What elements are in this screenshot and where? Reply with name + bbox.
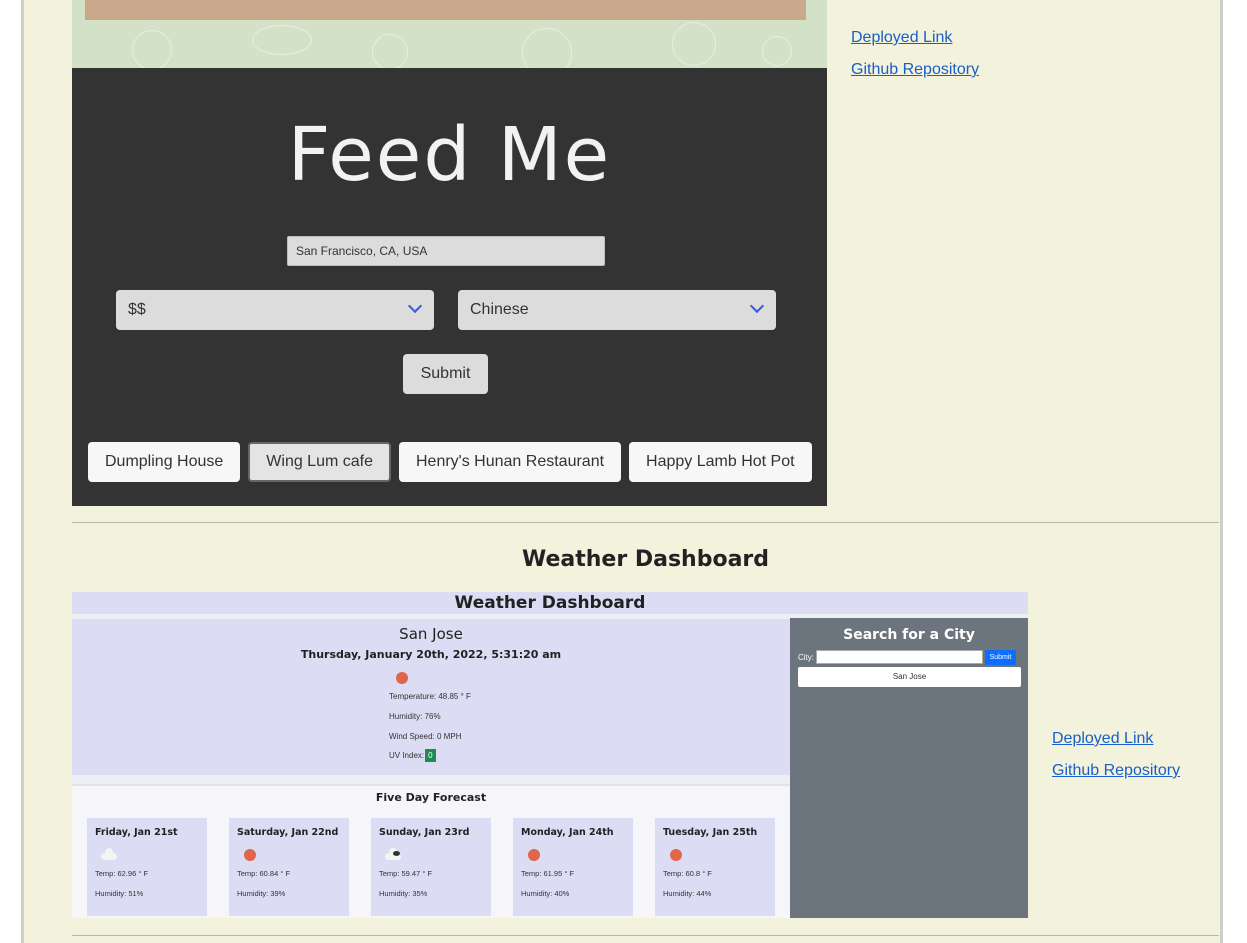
food-doodle: [252, 25, 312, 55]
section-divider: [72, 522, 1219, 523]
app-title: Feed Me: [287, 112, 612, 198]
food-doodle: [672, 22, 716, 66]
cuisine-select[interactable]: Chinese: [458, 290, 776, 330]
deployed-link[interactable]: Deployed Link: [1052, 723, 1180, 755]
price-select[interactable]: $$: [116, 290, 434, 330]
cloud-icon: [385, 848, 401, 860]
cloud-icon: [101, 848, 117, 860]
forecast-temp: Temp: 60.84 ° F: [237, 869, 291, 878]
project-title: Weather Dashboard: [521, 547, 770, 572]
forecast-card: Sunday, Jan 23rd Temp: 59.47 ° F Humidit…: [371, 818, 491, 916]
forecast-humidity: Humidity: 40%: [521, 889, 570, 898]
feed-me-hero-banner: [72, 0, 827, 68]
sun-icon: [244, 849, 256, 861]
restaurant-button[interactable]: Happy Lamb Hot Pot: [629, 442, 812, 482]
five-day-forecast: Five Day Forecast Friday, Jan 21st Temp:…: [72, 784, 790, 918]
location-input[interactable]: San Francisco, CA, USA: [287, 236, 605, 266]
chevron-down-icon: [407, 298, 423, 314]
food-doodle: [132, 30, 172, 68]
forecast-day: Tuesday, Jan 25th: [663, 827, 758, 838]
food-doodle: [522, 28, 572, 68]
search-history-item[interactable]: San Jose: [798, 667, 1021, 687]
search-submit-button[interactable]: Submit: [985, 650, 1016, 665]
restaurant-results: Dumpling House Wing Lum cafe Henry's Hun…: [88, 442, 812, 482]
submit-button[interactable]: Submit: [403, 354, 488, 394]
forecast-temp: Temp: 60.8 ° F: [663, 869, 712, 878]
food-doodle: [762, 36, 792, 66]
hero-top-bar: [85, 0, 806, 20]
uv-index-badge: 0: [425, 749, 436, 762]
forecast-humidity: Humidity: 35%: [379, 889, 428, 898]
uv-index-label: UV Index:: [389, 751, 425, 760]
sun-icon: [396, 672, 408, 684]
section-divider: [72, 935, 1219, 936]
dashboard-header: Weather Dashboard: [72, 592, 1028, 614]
city-label: City:: [798, 653, 814, 662]
current-weather-panel: San Jose Thursday, January 20th, 2022, 5…: [72, 619, 790, 775]
github-repo-link[interactable]: Github Repository: [851, 54, 979, 86]
current-temperature: Temperature: 48.85 ° F: [389, 692, 471, 701]
search-title: Search for a City: [843, 627, 975, 643]
feed-me-screenshot: Feed Me San Francisco, CA, USA $$ Chines…: [72, 0, 827, 506]
city-search-sidebar: Search for a City City: Submit San Jose: [790, 618, 1028, 918]
food-doodle: [372, 34, 408, 68]
github-repo-link[interactable]: Github Repository: [1052, 755, 1180, 787]
feed-me-links: Deployed Link Github Repository: [851, 22, 979, 86]
portfolio-page: Feed Me San Francisco, CA, USA $$ Chines…: [21, 0, 1223, 943]
forecast-day: Monday, Jan 24th: [521, 827, 614, 838]
forecast-humidity: Humidity: 51%: [95, 889, 144, 898]
forecast-card: Monday, Jan 24th Temp: 61.95 ° F Humidit…: [513, 818, 633, 916]
current-city: San Jose: [399, 625, 463, 643]
forecast-temp: Temp: 59.47 ° F: [379, 869, 433, 878]
deployed-link[interactable]: Deployed Link: [851, 22, 979, 54]
sun-icon: [670, 849, 682, 861]
current-datetime: Thursday, January 20th, 2022, 5:31:20 am: [300, 648, 562, 661]
current-wind-speed: Wind Speed: 0 MPH: [389, 732, 462, 741]
forecast-day: Friday, Jan 21st: [95, 827, 178, 838]
current-humidity: Humidity: 76%: [389, 712, 441, 721]
restaurant-button[interactable]: Dumpling House: [88, 442, 241, 482]
weather-dashboard-screenshot: Weather Dashboard San Jose Thursday, Jan…: [72, 592, 1028, 918]
restaurant-button[interactable]: Henry's Hunan Restaurant: [399, 442, 622, 482]
forecast-temp: Temp: 61.95 ° F: [521, 869, 575, 878]
forecast-title: Five Day Forecast: [375, 791, 487, 804]
price-select-value: $$: [128, 301, 146, 318]
forecast-humidity: Humidity: 39%: [237, 889, 286, 898]
forecast-day: Sunday, Jan 23rd: [379, 827, 470, 838]
forecast-day: Saturday, Jan 22nd: [237, 827, 339, 838]
forecast-humidity: Humidity: 44%: [663, 889, 712, 898]
cuisine-select-value: Chinese: [470, 301, 529, 318]
forecast-temp: Temp: 62.96 ° F: [95, 869, 149, 878]
forecast-card: Friday, Jan 21st Temp: 62.96 ° F Humidit…: [87, 818, 207, 916]
chevron-down-icon: [749, 298, 765, 314]
restaurant-button[interactable]: Wing Lum cafe: [248, 442, 391, 482]
forecast-card: Tuesday, Jan 25th Temp: 60.8 ° F Humidit…: [655, 818, 775, 916]
forecast-card: Saturday, Jan 22nd Temp: 60.84 ° F Humid…: [229, 818, 349, 916]
sun-icon: [528, 849, 540, 861]
uv-index: UV Index: 0: [389, 749, 436, 762]
city-search-input[interactable]: [816, 650, 983, 664]
weather-dashboard-links: Deployed Link Github Repository: [1052, 723, 1180, 787]
